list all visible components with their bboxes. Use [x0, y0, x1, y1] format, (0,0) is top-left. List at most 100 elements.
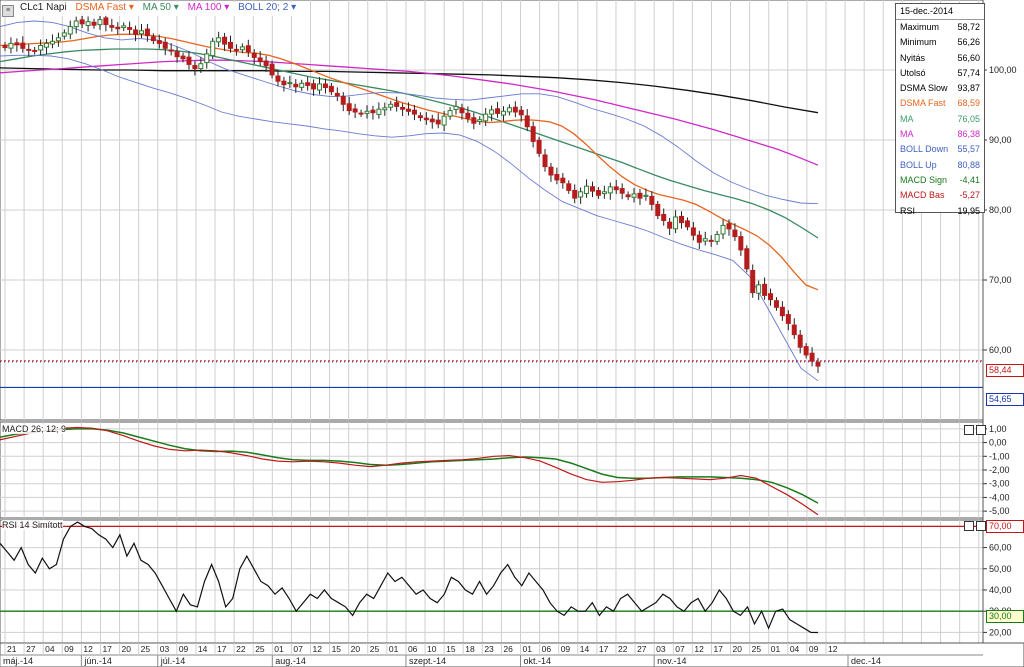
info-value: -5,27	[959, 190, 980, 201]
macd-tick-label: -4,00	[989, 492, 1010, 502]
info-row: BOLL Down 55,57	[896, 142, 984, 157]
candle-body	[411, 109, 417, 115]
candle-body	[245, 45, 251, 53]
info-value: 56,60	[957, 52, 980, 63]
candle-body	[483, 113, 489, 122]
price-tag-lower: 54,65	[986, 393, 1024, 406]
info-value: 57,74	[957, 67, 980, 78]
candle-body	[400, 107, 406, 110]
x-day-label: 01	[771, 644, 781, 654]
rsi-panel-label: RSI 14 Simított	[2, 520, 63, 530]
candle-body	[38, 45, 44, 51]
info-label: DSMA Fast	[900, 98, 946, 109]
x-day-label: 20	[733, 644, 743, 654]
x-day-label: 07	[675, 644, 685, 654]
candle-body	[97, 19, 103, 26]
candle-body	[459, 107, 465, 114]
rsi-minimize-button[interactable]	[964, 521, 974, 531]
candle-body	[144, 28, 150, 37]
macd-minimize-button[interactable]	[964, 425, 974, 435]
candle-body	[394, 102, 400, 107]
candle-body	[49, 40, 55, 45]
candle-body	[542, 154, 548, 168]
candle-body	[85, 21, 91, 26]
x-day-label: 17	[599, 644, 609, 654]
chart-canvas: 60,00 70,00 80,00 90,00 100,00 1,00 0,00 -1,00 -…	[0, 0, 1024, 667]
candle-body	[14, 42, 20, 46]
candle-body	[720, 224, 726, 235]
candle-body	[637, 192, 643, 199]
info-value: 76,05	[957, 113, 980, 124]
x-day-label: 26	[503, 644, 513, 654]
candle-body	[269, 63, 275, 76]
x-day-label: 04	[45, 644, 55, 654]
macd-tick-label: -2,00	[989, 465, 1010, 475]
candle-body	[352, 108, 358, 113]
candle-body	[340, 95, 346, 105]
candle-body	[346, 103, 352, 112]
x-day-label: 25	[255, 644, 265, 654]
info-label: Utolsó	[900, 67, 926, 78]
price-tag-upper: 58,44	[986, 364, 1024, 377]
rsi-tag-upper: 70,00	[986, 520, 1024, 533]
price-tick-label: 60,00	[989, 345, 1012, 355]
x-day-label: 06	[542, 644, 552, 654]
candle-body	[655, 203, 661, 217]
info-label: BOLL Down	[900, 144, 949, 155]
x-day-label: 01	[274, 644, 284, 654]
candle-body	[708, 239, 714, 242]
candle-body	[79, 19, 85, 25]
candle-body	[673, 216, 679, 230]
candle-body	[115, 26, 121, 30]
info-row: Maximum 58,72	[896, 20, 984, 35]
x-month-label: nov.-14	[657, 656, 686, 666]
candle-body	[518, 109, 524, 116]
x-month-label: szept.-14	[409, 656, 446, 666]
macd-tick-label: 1,00	[989, 424, 1007, 434]
candle-body	[67, 26, 73, 35]
candle-body	[560, 177, 566, 184]
x-day-label: 17	[217, 644, 227, 654]
rsi-tick-label: 60,00	[989, 543, 1012, 553]
candle-body	[150, 36, 156, 42]
indicator-dsma-fast[interactable]: DSMA Fast ▾	[75, 2, 133, 13]
symbol-label[interactable]: CLc1 Napi	[20, 2, 67, 13]
candle-body	[305, 82, 311, 86]
macd-maximize-button[interactable]	[976, 425, 986, 435]
indicator-ma50[interactable]: MA 50 ▾	[143, 2, 179, 13]
x-day-label: 09	[64, 644, 74, 654]
candle-body	[293, 83, 299, 88]
candle-body	[287, 82, 293, 85]
candle-body	[500, 110, 506, 116]
candle-body	[785, 314, 791, 324]
info-row: Nyitás 56,60	[896, 51, 984, 66]
info-row: MA 76,05	[896, 112, 984, 127]
info-row: Minimum 56,26	[896, 35, 984, 50]
indicator-ma100[interactable]: MA 100 ▾	[188, 2, 230, 13]
info-label: BOLL Up	[900, 159, 937, 170]
x-day-label: 27	[26, 644, 36, 654]
price-tick-label: 90,00	[989, 135, 1012, 145]
candle-body	[162, 41, 168, 49]
candle-body	[554, 173, 560, 181]
candle-body	[103, 17, 109, 25]
info-label: Nyitás	[900, 52, 926, 63]
price-tick-label: 100,00	[989, 65, 1017, 75]
candle-body	[55, 37, 61, 42]
x-day-label: 01	[389, 644, 399, 654]
x-month-label: máj.-14	[3, 656, 33, 666]
info-row: MA 86,38	[896, 127, 984, 142]
candle-body	[667, 221, 673, 229]
chart-window: 60,00 70,00 80,00 90,00 100,00 1,00 0,00 -1,00 -…	[0, 0, 1024, 667]
info-row: RSI 19,95	[896, 204, 984, 219]
rsi-maximize-button[interactable]	[976, 521, 986, 531]
x-day-label: 25	[752, 644, 762, 654]
candle-body	[192, 65, 198, 70]
candle-body	[589, 186, 595, 192]
candle-body	[696, 234, 702, 243]
chart-settings-icon[interactable]: ≡	[2, 5, 14, 17]
indicator-boll[interactable]: BOLL 20; 2 ▾	[238, 2, 296, 13]
x-day-label: 22	[236, 644, 246, 654]
candle-body	[661, 213, 667, 221]
info-label: Maximum	[900, 22, 940, 32]
